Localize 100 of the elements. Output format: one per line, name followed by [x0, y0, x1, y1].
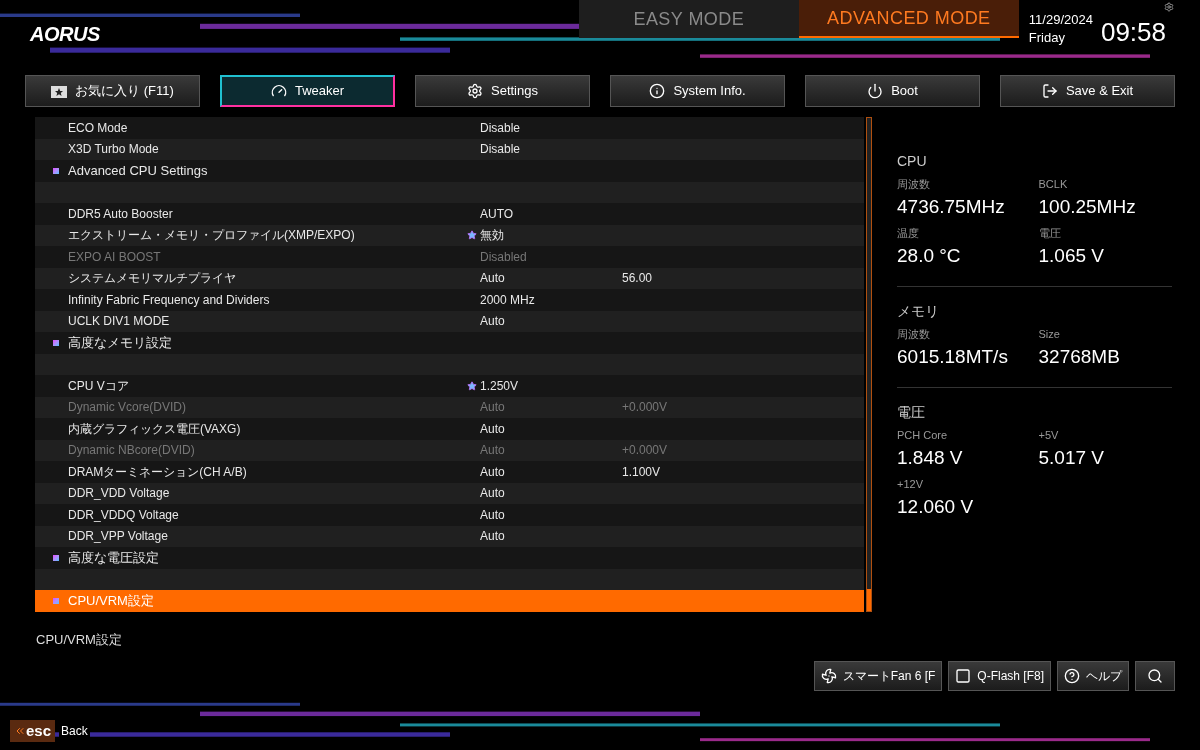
setting-value: Auto: [480, 506, 506, 524]
setting-name: Dynamic Vcore(DVID): [68, 399, 188, 417]
setting-row[interactable]: エクストリーム・メモリ・プロファイル(XMP/EXPO) 無効: [35, 224, 864, 246]
monitor-section-title: メモリ: [897, 302, 940, 321]
monitor-value: 100.25MHz: [1038, 194, 1137, 219]
tool-button[interactable]: Q-Flash [F8]: [948, 661, 1051, 691]
setting-value: Auto: [480, 528, 506, 546]
current-value: 56.00: [622, 270, 653, 288]
setting-row[interactable]: CPU Vコア 1.250V: [35, 375, 864, 397]
search-icon: [1147, 668, 1163, 684]
exit-icon: [1041, 83, 1058, 99]
current-value: +0.000V: [622, 399, 668, 417]
setting-name: CPU Vコア: [68, 377, 130, 395]
current-value: 1.100V: [622, 463, 661, 481]
scrollbar-track[interactable]: [866, 117, 872, 612]
tool-button[interactable]: ヘルプ: [1057, 661, 1129, 691]
nav-tab[interactable]: System Info.: [610, 75, 785, 107]
esc-key[interactable]: esc: [10, 719, 56, 742]
setting-name: Dynamic NBcore(DVID): [68, 442, 196, 460]
monitor-label: PCH Core: [897, 428, 949, 443]
monitor-section-title: CPU: [897, 152, 928, 171]
search-button[interactable]: [1135, 661, 1175, 691]
section-row[interactable]: 高度なメモリ設定: [35, 332, 864, 354]
setting-name: UCLK DIV1 MODE: [68, 313, 171, 331]
monitor-label: +12V: [897, 477, 924, 492]
nav-tab[interactable]: Settings: [415, 75, 590, 107]
monitor-value: 12.060 V: [897, 494, 975, 519]
setting-value: Auto: [480, 463, 506, 481]
setting-row[interactable]: DDR_VPP Voltage Auto: [35, 525, 864, 547]
setting-name: エクストリーム・メモリ・プロファイル(XMP/EXPO): [68, 227, 356, 245]
settings-icon: [467, 83, 483, 99]
monitor-section-title: 電圧: [897, 403, 926, 422]
nav-tab[interactable]: お気に入り (F11): [25, 75, 200, 107]
setting-row[interactable]: DRAMターミネーション(CH A/B) Auto 1.100V: [35, 461, 864, 483]
monitor-value: 1.848 V: [897, 445, 964, 470]
setting-name: DDR_VDDQ Voltage: [68, 506, 180, 524]
setting-value: 1.250V: [480, 377, 520, 395]
setting-value: Auto: [480, 420, 506, 438]
settings-icon[interactable]: [1164, 2, 1174, 12]
help-description: CPU/VRM設定: [36, 630, 123, 649]
setting-row[interactable]: ECO Mode Disable: [35, 117, 864, 139]
nav-tab[interactable]: Boot: [805, 75, 980, 107]
setting-name: EXPO AI BOOST: [68, 248, 162, 266]
setting-value: Disable: [480, 119, 522, 137]
star-folder-icon: [51, 84, 68, 98]
setting-row[interactable]: DDR5 Auto Booster AUTO: [35, 203, 864, 225]
setting-name: ECO Mode: [68, 119, 129, 137]
monitor-value: 5.017 V: [1038, 445, 1105, 470]
chip-icon: [955, 668, 972, 684]
setting-value: 無効: [480, 227, 505, 245]
current-value: +0.000V: [622, 442, 668, 460]
fan-icon: [820, 668, 837, 684]
nav-tab[interactable]: Tweaker: [220, 75, 395, 107]
tool-button[interactable]: スマートFan 6 [F: [813, 661, 943, 691]
monitor-label: 周波数: [897, 177, 931, 192]
scrollbar-thumb[interactable]: [867, 588, 871, 611]
monitor-label: 電圧: [1038, 226, 1062, 241]
setting-row[interactable]: Infinity Fabric Frequency and Dividers 2000 MHz: [35, 289, 864, 311]
logo: AORUS: [30, 22, 101, 47]
setting-name: システムメモリマルチプライヤ: [68, 270, 237, 288]
setting-name: DDR5 Auto Booster: [68, 205, 174, 223]
setting-row[interactable]: X3D Turbo Mode Disable: [35, 138, 864, 160]
setting-value: Auto: [480, 399, 506, 417]
bullet-icon: [53, 339, 59, 346]
clock-time: 09:58: [1100, 16, 1166, 49]
bullet-icon: [53, 167, 59, 174]
monitor-label: BCLK: [1038, 177, 1069, 192]
setting-name: 内蔵グラフィックス電圧(VAXG): [68, 420, 242, 438]
section-row[interactable]: Advanced CPU Settings: [35, 160, 864, 182]
setting-value: Auto: [480, 485, 506, 503]
section-row[interactable]: 高度な電圧設定: [35, 547, 864, 569]
setting-name: DRAMターミネーション(CH A/B): [68, 463, 248, 481]
monitor-label: 周波数: [897, 327, 931, 342]
mode-tab[interactable]: EASY MODE: [578, 0, 799, 38]
setting-value: Auto: [480, 270, 506, 288]
nav-tab[interactable]: Save & Exit: [1000, 75, 1175, 107]
setting-row[interactable]: システムメモリマルチプライヤ Auto 56.00: [35, 267, 864, 289]
help-icon: [1064, 668, 1080, 684]
monitor-value: 32768MB: [1038, 344, 1121, 369]
setting-row[interactable]: UCLK DIV1 MODE Auto: [35, 310, 864, 332]
power-icon: [867, 83, 884, 99]
gauge-icon: [270, 83, 287, 99]
setting-row[interactable]: 内蔵グラフィックス電圧(VAXG) Auto: [35, 418, 864, 440]
setting-name: DDR_VDD Voltage: [68, 485, 171, 503]
monitor-value: 28.0 °C: [897, 243, 962, 268]
setting-value: Disabled: [480, 248, 528, 266]
monitor-label: 温度: [897, 226, 920, 241]
setting-value: 2000 MHz: [480, 291, 536, 309]
monitor-value: 4736.75MHz: [897, 194, 1006, 219]
bullet-icon: [53, 597, 59, 604]
setting-row[interactable]: DDR_VDDQ Voltage Auto: [35, 504, 864, 526]
setting-value: AUTO: [480, 205, 515, 223]
setting-value: Disable: [480, 141, 522, 159]
monitor-label: Size: [1038, 327, 1061, 342]
monitor-label: +5V: [1038, 428, 1060, 443]
day-text: Friday: [1028, 29, 1066, 47]
mode-tab[interactable]: ADVANCED MODE: [798, 0, 1019, 38]
setting-row[interactable]: DDR_VDD Voltage Auto: [35, 482, 864, 504]
setting-name: X3D Turbo Mode: [68, 141, 160, 159]
setting-name: DDR_VPP Voltage: [68, 528, 169, 546]
